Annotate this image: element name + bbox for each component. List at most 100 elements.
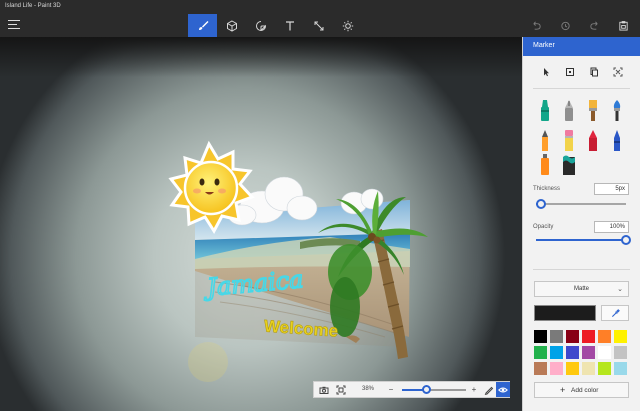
effects-tab[interactable] (333, 14, 362, 37)
minus-icon: − (388, 385, 394, 394)
opacity-slider-thumb[interactable] (621, 235, 631, 245)
color-swatch[interactable] (549, 329, 564, 344)
text-icon (285, 20, 294, 30)
camera-button[interactable] (316, 382, 331, 397)
zoom-slider[interactable] (402, 385, 466, 394)
thickness-slider-thumb[interactable] (535, 199, 546, 209)
calligraphy-pen-brush[interactable] (562, 99, 576, 123)
opacity-input[interactable]: 100% (594, 221, 629, 233)
fit-icon (336, 385, 345, 394)
thickness-input[interactable]: 5px (594, 183, 629, 195)
zoom-in-button[interactable]: + (468, 382, 480, 397)
color-swatch[interactable] (565, 329, 580, 344)
color-swatch[interactable] (613, 329, 628, 344)
window-title: Island Life - Paint 3D (5, 3, 61, 9)
color-swatch[interactable] (613, 345, 628, 360)
canvas-area[interactable]: Jamaica Welcome 38% − + (0, 37, 522, 411)
sticker-mode-button[interactable] (562, 66, 578, 78)
panel-divider (533, 88, 630, 89)
select-tool-button[interactable] (538, 66, 554, 78)
fit-button[interactable] (333, 382, 348, 397)
color-swatch[interactable] (581, 361, 596, 376)
color-swatch[interactable] (597, 329, 612, 344)
artwork-scene: Jamaica Welcome (168, 140, 428, 382)
undo-icon (533, 21, 541, 30)
sun-icon (342, 20, 353, 31)
redo-icon (590, 21, 598, 30)
finish-dropdown[interactable]: Matte ⌄ (534, 281, 629, 297)
opacity-label: Opacity (533, 224, 554, 230)
spray-can-brush[interactable] (538, 153, 552, 177)
pixel-pen-icon (542, 130, 548, 151)
plus-icon: + (560, 385, 566, 395)
view-3d-button[interactable] (496, 382, 510, 397)
color-swatch[interactable] (549, 361, 564, 376)
zoom-out-button[interactable]: − (384, 382, 398, 397)
calligraphy-pen-icon (565, 100, 573, 121)
crayon-icon (614, 130, 620, 151)
brush-panel: Marker Thickness 5px Opacity 100% Matte … (522, 37, 640, 411)
pixel-pen-brush[interactable] (538, 129, 552, 153)
redo-button[interactable] (580, 14, 609, 37)
history-icon (561, 21, 570, 31)
color-swatch[interactable] (597, 361, 612, 376)
canvas-tab[interactable] (304, 14, 333, 37)
color-swatch[interactable] (549, 345, 564, 360)
main-toolbar (0, 14, 640, 37)
plus-icon: + (471, 385, 477, 394)
crop-button[interactable] (610, 66, 626, 78)
canvas-icon (314, 21, 323, 30)
color-swatch[interactable] (581, 345, 596, 360)
watercolor-brush[interactable] (610, 99, 624, 123)
color-swatch[interactable] (565, 361, 580, 376)
pencil-brush[interactable] (562, 129, 576, 153)
fill-brush[interactable] (562, 153, 576, 177)
oil-brush[interactable] (586, 99, 600, 123)
crop-icon (613, 67, 623, 77)
crayon-brush[interactable] (610, 129, 624, 153)
watercolor-icon (613, 100, 621, 121)
eyedropper-button[interactable] (601, 305, 629, 321)
color-swatch[interactable] (565, 345, 580, 360)
marker-brush[interactable] (538, 99, 552, 123)
opacity-slider[interactable] (536, 235, 631, 245)
color-swatch[interactable] (597, 345, 612, 360)
color-swatch[interactable] (613, 361, 628, 376)
undo-button[interactable] (522, 14, 551, 37)
panel-header: Marker (523, 37, 640, 56)
color-swatch[interactable] (533, 361, 548, 376)
thickness-label: Thickness (533, 186, 561, 192)
3d-shapes-tab[interactable] (217, 14, 246, 37)
panel-divider (533, 269, 630, 270)
hamburger-icon[interactable] (8, 20, 20, 30)
zoom-slider-thumb[interactable] (422, 385, 432, 394)
color-swatch[interactable] (581, 329, 596, 344)
current-color-swatch[interactable] (534, 305, 596, 321)
brush-icon (198, 20, 208, 30)
brushes-tab[interactable] (188, 14, 217, 37)
text-tab[interactable] (275, 14, 304, 37)
color-swatch[interactable] (533, 345, 548, 360)
eraser-brush[interactable] (586, 129, 600, 153)
pen-icon (484, 386, 493, 395)
eyedropper-icon (611, 308, 620, 317)
cube-icon (226, 19, 237, 32)
zoom-bar: 38% − + (313, 381, 510, 398)
paste-icon (619, 21, 628, 31)
color-swatch[interactable] (533, 329, 548, 344)
pen-button[interactable] (482, 382, 495, 397)
add-color-label: Add color (571, 387, 599, 394)
history-button[interactable] (551, 14, 580, 37)
copy-button[interactable] (586, 66, 602, 78)
oil-brush-icon (589, 100, 597, 121)
thickness-slider[interactable] (535, 199, 626, 209)
camera-icon (319, 386, 328, 394)
sticker-mode-icon (566, 68, 574, 76)
spray-can-icon (541, 154, 549, 175)
paste-button[interactable] (609, 14, 638, 37)
opacity-slider-fill (536, 239, 626, 241)
add-color-button[interactable]: + Add color (534, 382, 629, 398)
sticker-icon (255, 20, 266, 31)
panel-title: Marker (533, 42, 555, 49)
stickers-tab[interactable] (246, 14, 275, 37)
